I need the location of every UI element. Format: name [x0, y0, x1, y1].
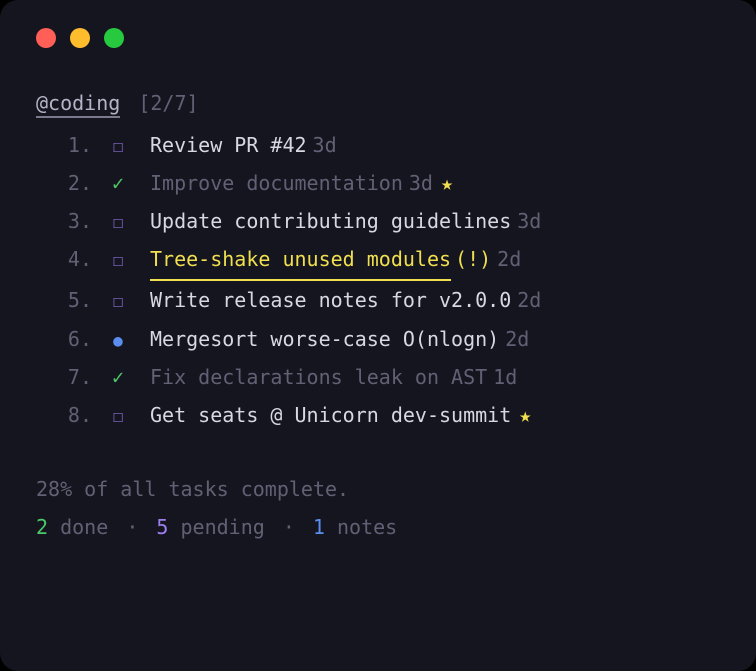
priority-flag: (!)	[455, 240, 491, 278]
checkbox-icon[interactable]: ☐	[104, 400, 132, 434]
checkbox-icon[interactable]: ☐	[104, 244, 132, 278]
task-age: 1d	[493, 358, 517, 396]
minimize-icon[interactable]	[70, 28, 90, 48]
pending-count: 5	[156, 515, 168, 539]
checkbox-icon[interactable]: ☐	[104, 206, 132, 240]
task-number: 4.	[36, 240, 92, 278]
task-row[interactable]: 8. ☐ Get seats @ Unicorn dev-summit★	[36, 396, 720, 434]
task-counter: [2/7]	[138, 91, 198, 115]
done-count: 2	[36, 515, 48, 539]
task-row[interactable]: 4. ☐ Tree-shake unused modules (!)2d	[36, 240, 720, 281]
checkbox-icon[interactable]: ☐	[104, 285, 132, 319]
separator: ·	[126, 515, 138, 539]
star-icon[interactable]: ★	[441, 164, 453, 202]
task-number: 1.	[36, 126, 92, 164]
tag-label[interactable]: @coding	[36, 91, 120, 118]
separator: ·	[283, 515, 295, 539]
check-icon[interactable]: ✓	[104, 164, 132, 202]
task-text: Write release notes for v2.0.0	[150, 281, 511, 319]
task-text: Review PR #42	[150, 126, 307, 164]
task-age: 3d	[313, 126, 337, 164]
task-age: 3d	[517, 202, 541, 240]
task-row[interactable]: 6. ● Mergesort worse-case O(nlogn)2d	[36, 320, 720, 358]
task-row[interactable]: 3. ☐ Update contributing guidelines3d	[36, 202, 720, 240]
task-number: 5.	[36, 281, 92, 319]
task-row[interactable]: 7. ✓ Fix declarations leak on AST1d	[36, 358, 720, 396]
task-number: 3.	[36, 202, 92, 240]
task-number: 2.	[36, 164, 92, 202]
task-text: Tree-shake unused modules	[150, 240, 451, 281]
progress-summary: 28% of all tasks complete.	[36, 470, 720, 508]
checkbox-icon[interactable]: ☐	[104, 130, 132, 164]
task-number: 8.	[36, 396, 92, 434]
task-row[interactable]: 1. ☐ Review PR #423d	[36, 126, 720, 164]
task-age: 2d	[505, 320, 529, 358]
task-text: Improve documentation	[150, 164, 403, 202]
task-row[interactable]: 2. ✓ Improve documentation3d★	[36, 164, 720, 202]
footer: 28% of all tasks complete. 2 done · 5 pe…	[36, 470, 720, 546]
pending-label: pending	[168, 515, 264, 539]
task-row[interactable]: 5. ☐ Write release notes for v2.0.02d	[36, 281, 720, 319]
task-number: 6.	[36, 320, 92, 358]
check-icon[interactable]: ✓	[104, 358, 132, 396]
task-text: Mergesort worse-case O(nlogn)	[150, 320, 499, 358]
task-age: 2d	[497, 240, 521, 278]
list-header: @coding [2/7]	[36, 84, 720, 122]
task-list: 1.☐Review PR #423d2.✓Improve documentati…	[36, 126, 720, 434]
notes-count: 1	[313, 515, 325, 539]
window-controls	[36, 28, 720, 48]
task-number: 7.	[36, 358, 92, 396]
close-icon[interactable]	[36, 28, 56, 48]
task-text: Get seats @ Unicorn dev-summit	[150, 396, 511, 434]
stats-line: 2 done · 5 pending · 1 notes	[36, 508, 720, 546]
done-label: done	[48, 515, 108, 539]
maximize-icon[interactable]	[104, 28, 124, 48]
task-text: Update contributing guidelines	[150, 202, 511, 240]
notes-label: notes	[325, 515, 397, 539]
task-text: Fix declarations leak on AST	[150, 358, 487, 396]
note-bullet-icon[interactable]: ●	[104, 326, 132, 356]
terminal-window: @coding [2/7] 1.☐Review PR #423d2.✓Impro…	[0, 0, 756, 671]
task-age: 2d	[517, 281, 541, 319]
task-age: 3d	[409, 164, 433, 202]
star-icon[interactable]: ★	[519, 396, 531, 434]
